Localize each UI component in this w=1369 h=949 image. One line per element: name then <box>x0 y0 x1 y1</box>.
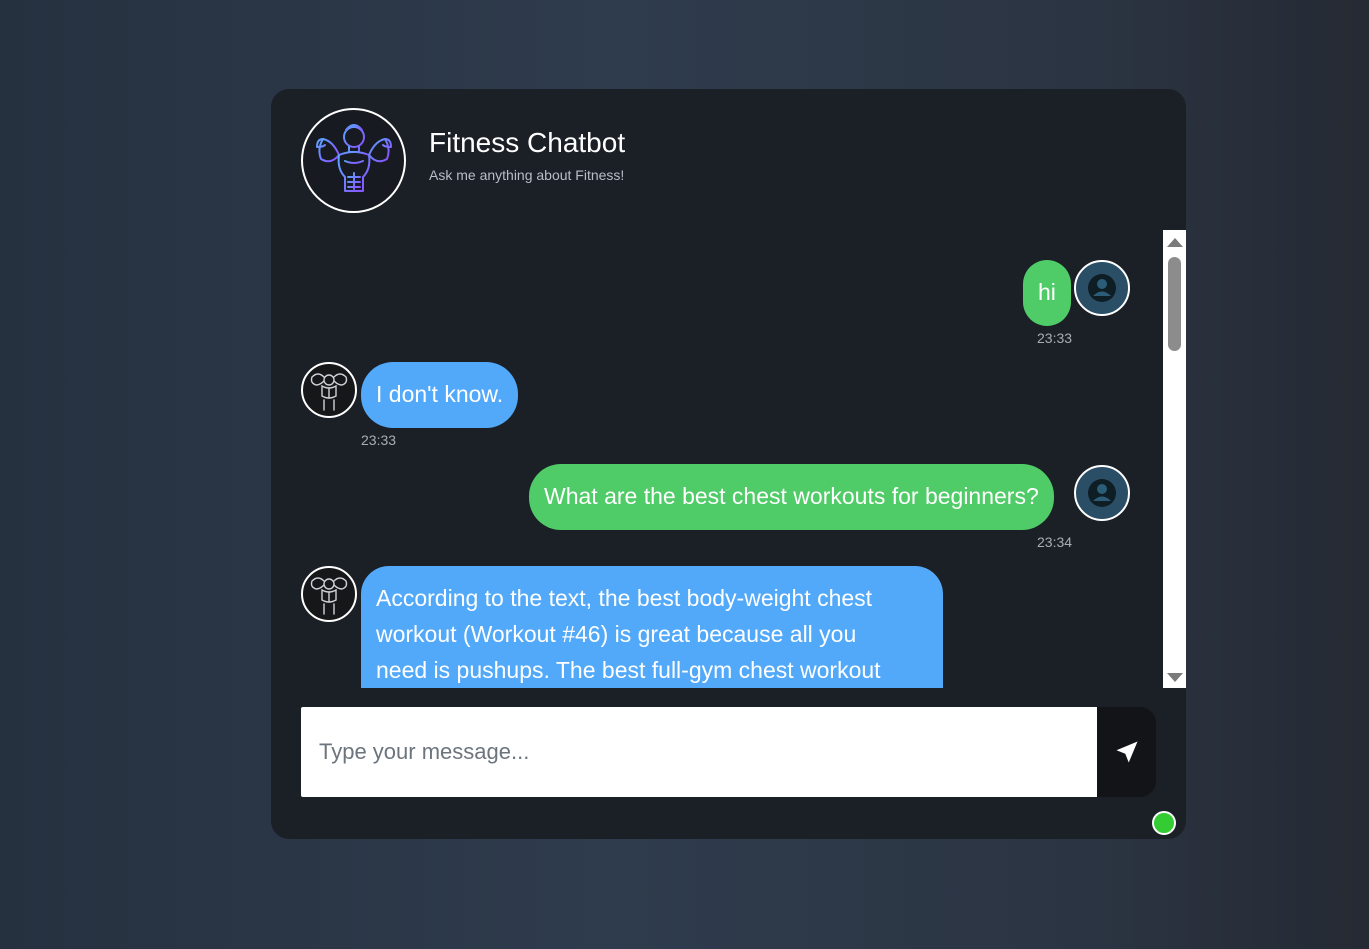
message-timestamp: 23:33 <box>1037 330 1073 346</box>
bot-message-line: workout (Workout #46) is great because a… <box>376 621 857 647</box>
message-timestamp: 23:33 <box>361 432 397 448</box>
page-subtitle: Ask me anything about Fitness! <box>429 167 625 183</box>
muscle-man-icon <box>301 107 406 213</box>
header-titles: Fitness Chatbot Ask me anything about Fi… <box>429 125 625 183</box>
user-avatar-icon <box>1074 260 1130 316</box>
message-timestamp: 23:34 <box>1037 534 1073 550</box>
send-arrow-icon <box>1116 741 1137 763</box>
scroll-thumb[interactable] <box>1168 257 1181 351</box>
message-input[interactable] <box>301 707 1097 797</box>
user-message-bubble: What are the best chest workouts for beg… <box>529 464 1054 530</box>
user-avatar-icon <box>1074 465 1130 521</box>
bot-message-line: According to the text, the best body-wei… <box>376 585 873 611</box>
bot-avatar-icon <box>301 362 357 418</box>
user-message-bubble: hi <box>1023 260 1071 326</box>
scroll-down-arrow-icon[interactable] <box>1167 673 1183 682</box>
chat-window: Fitness Chatbot Ask me anything about Fi… <box>271 89 1186 839</box>
bot-message-bubble: According to the text, the best body-wei… <box>361 566 943 688</box>
online-status-indicator <box>1152 811 1176 835</box>
message-composer <box>301 707 1156 797</box>
message-list[interactable]: hi 23:33 I don't know. 23:33 What are th… <box>271 230 1163 688</box>
scroll-up-arrow-icon[interactable] <box>1167 238 1183 247</box>
send-button[interactable] <box>1097 707 1156 797</box>
bot-avatar-icon <box>301 566 357 622</box>
message-list-scrollbar[interactable] <box>1163 230 1186 688</box>
bot-message-line: need is pushups. The best full-gym chest… <box>376 657 881 683</box>
page-title: Fitness Chatbot <box>429 127 626 158</box>
bot-message-bubble: I don't know. <box>361 362 519 428</box>
chat-header: Fitness Chatbot Ask me anything about Fi… <box>301 107 625 213</box>
